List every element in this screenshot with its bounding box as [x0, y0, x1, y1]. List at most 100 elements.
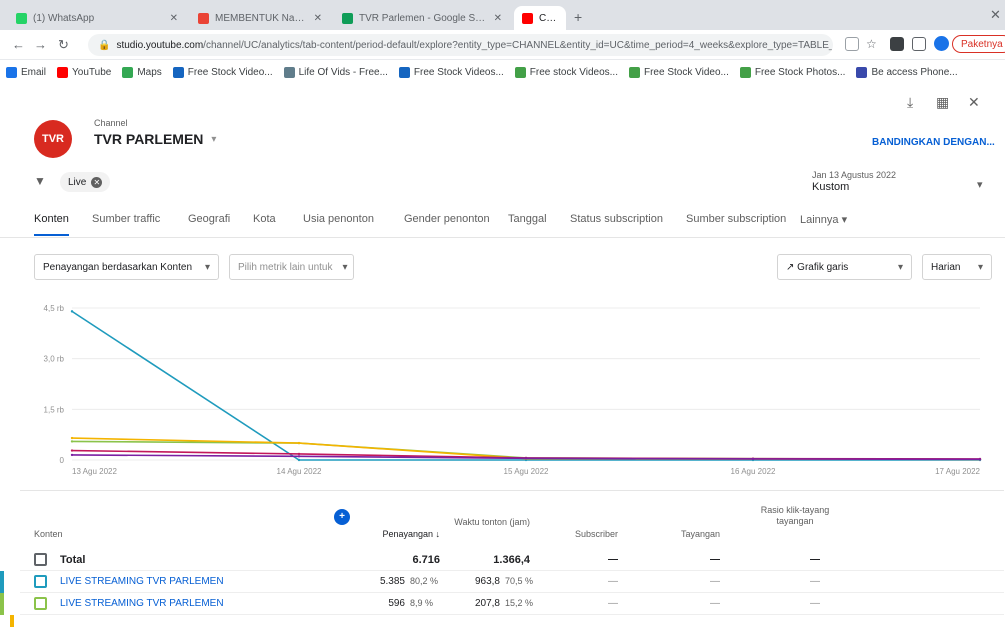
tab-tanggal[interactable]: Tanggal	[508, 213, 547, 234]
whatsapp-icon	[16, 12, 27, 24]
row-views: 596	[388, 598, 405, 609]
table-row[interactable]: LIVE STREAMING TVR PARLEMEN 596 8,9 % 20…	[0, 593, 1004, 615]
bookmark-item[interactable]: Free Stock Videos...	[398, 66, 504, 78]
close-tab-icon[interactable]: ✕	[494, 13, 502, 24]
tab-status-subscription[interactable]: Status subscription	[570, 213, 663, 234]
total-label: Total	[60, 554, 86, 566]
bookmark-label: Maps	[137, 66, 162, 78]
dropdown-value: Pilih metrik lain untuk	[238, 261, 333, 273]
youtube-icon	[522, 12, 533, 24]
close-tab-icon[interactable]: ✕	[170, 13, 178, 24]
interval-dropdown[interactable]: Harian ▾	[922, 254, 992, 280]
x-tick-label: 15 Agu 2022	[504, 467, 549, 476]
channel-avatar: TVR	[34, 120, 72, 158]
browser-tab-sheet[interactable]: TVR Parlemen - Google Sheet ✕	[334, 6, 510, 30]
chevron-down-icon: ▾	[211, 133, 217, 145]
bookmark-label: Be access Phone...	[871, 66, 958, 78]
data-point	[70, 310, 74, 313]
tab-sumber-subscription[interactable]: Sumber subscription	[686, 213, 786, 234]
tab-geografi[interactable]: Geografi	[188, 213, 230, 234]
bookmark-item[interactable]: Email	[6, 66, 46, 78]
y-tick-label: 1,5 rb	[44, 405, 65, 414]
bookmark-item[interactable]: YouTube	[57, 66, 111, 78]
table-row[interactable]: LIVE STREAMING TVR PARLEMEN 5.385 80,2 %…	[0, 571, 1004, 593]
compare-button[interactable]: BANDINGKAN DENGAN...	[872, 137, 995, 148]
tab-lainnya[interactable]: Lainnya ▾	[800, 213, 847, 235]
close-icon[interactable]: ✕	[968, 94, 980, 111]
bookmark-label: Life Of Vids - Free...	[298, 66, 388, 78]
bookmark-icon	[6, 66, 17, 78]
row-checkbox[interactable]	[34, 575, 47, 588]
data-point	[70, 436, 74, 440]
dropdown-value: Penayangan berdasarkan Konten	[43, 261, 193, 273]
extension-icon[interactable]	[890, 37, 904, 51]
close-tab-icon[interactable]: ✕	[314, 13, 322, 24]
x-tick-label: 16 Agu 2022	[731, 467, 776, 476]
bookmark-item[interactable]: Maps	[122, 66, 162, 78]
back-icon[interactable]: ←	[12, 37, 25, 52]
chip-label: Live	[68, 176, 87, 188]
col-header-konten[interactable]: Konten	[34, 529, 63, 540]
video-title-link[interactable]: LIVE STREAMING TVR PARLEMEN	[60, 598, 224, 609]
tab-konten[interactable]: Konten	[34, 213, 69, 236]
tab-kota[interactable]: Kota	[253, 213, 276, 234]
bookmark-item[interactable]: Free Stock Video...	[172, 66, 273, 78]
bookmark-item[interactable]: Free Stock Video...	[628, 66, 729, 78]
bookmarks-bar: Email YouTube Maps Free Stock Video... Life …	[0, 60, 1005, 84]
total-checkbox[interactable]	[34, 553, 47, 566]
tab-usia-penonton[interactable]: Usia penonton	[303, 213, 374, 234]
data-point	[297, 455, 301, 458]
tab-gender-penonton[interactable]: Gender penonton	[404, 213, 490, 234]
row-checkbox[interactable]	[34, 597, 47, 610]
col-header-subscribers[interactable]: Subscriber	[550, 529, 618, 540]
reload-icon[interactable]: ↻	[58, 37, 69, 53]
col-header-watch-time[interactable]: Waktu tonton (jam)	[450, 517, 530, 528]
browser-tab-whatsapp[interactable]: (1) WhatsApp ✕	[8, 6, 186, 30]
bookmark-star-icon[interactable]: ☆	[866, 37, 880, 51]
download-icon[interactable]: ⤓	[907, 94, 913, 111]
update-button[interactable]: Paketnya	[952, 35, 1005, 53]
new-tab-icon[interactable]: +	[574, 9, 582, 25]
video-title-link[interactable]: LIVE STREAMING TVR PARLEMEN	[60, 576, 224, 587]
share-icon[interactable]	[845, 37, 859, 51]
series-color-bar	[0, 571, 4, 593]
bookmark-icon	[856, 66, 868, 78]
remove-chip-icon[interactable]: ✕	[91, 176, 103, 188]
bookmark-item[interactable]: Free stock Videos...	[514, 66, 618, 78]
chevron-down-icon[interactable]: ▾	[977, 178, 983, 191]
dropdown-value: ↗ Grafik garis	[786, 262, 848, 273]
url-input[interactable]: 🔒 studio.youtube.com /channel/UC/analyti…	[88, 34, 833, 56]
metric-dropdown[interactable]: Penayangan berdasarkan Konten ▾	[34, 254, 219, 280]
report-tabs: Konten Sumber traffic Geografi Kota Usia…	[0, 202, 1005, 238]
info-icon[interactable]: +	[334, 509, 350, 525]
tab-label: TVR Parlemen - Google Sheet	[359, 12, 488, 24]
bookmark-item[interactable]: Be access Phone...	[856, 66, 958, 78]
tab-sumber-traffic[interactable]: Sumber traffic	[92, 213, 160, 234]
x-tick-label: 17 Agu 2022	[935, 467, 980, 476]
content-table: Konten + Penayangan ↓ Waktu tonton (jam)…	[0, 490, 1004, 627]
forward-icon[interactable]: →	[34, 37, 47, 52]
compare-metric-dropdown[interactable]: Pilih metrik lain untuk ▾	[229, 254, 354, 280]
col-header-revenue[interactable]: Tayangan	[660, 529, 720, 540]
bookmark-item[interactable]: Life Of Vids - Free...	[283, 66, 388, 78]
total-watch-time: 1.366,4	[493, 554, 530, 566]
row-revenue: —	[710, 576, 720, 587]
date-range-select[interactable]: Kustom	[812, 181, 849, 193]
lock-icon: 🔒	[98, 39, 111, 51]
row-views: 5.385	[379, 576, 405, 587]
table-icon[interactable]: ▦	[936, 94, 949, 111]
window-close-icon[interactable]: ✕	[990, 7, 1001, 23]
browser-tab-youtube-studio[interactable]: Channel Analytics - YouTube	[514, 6, 566, 30]
filter-chip[interactable]: Live ✕	[60, 172, 111, 192]
channel-selector[interactable]: TVR PARLEMEN ▾	[94, 131, 216, 147]
col-header-views[interactable]: Penayangan ↓	[340, 529, 440, 540]
profile-avatar[interactable]	[934, 36, 949, 51]
data-point	[297, 458, 301, 462]
chart-type-dropdown[interactable]: ↗ Grafik garis ▾	[777, 254, 912, 280]
browser-tab-doc[interactable]: MEMBENTUK Naskah Video ✕	[190, 6, 330, 30]
filter-icon[interactable]: ▼	[34, 174, 46, 188]
bookmark-icon	[172, 66, 184, 78]
col-header-ctr[interactable]: Rasio klik-tayang tayangan	[760, 505, 830, 527]
sidepanel-icon[interactable]	[912, 37, 926, 51]
bookmark-item[interactable]: Free Stock Photos...	[739, 66, 845, 78]
